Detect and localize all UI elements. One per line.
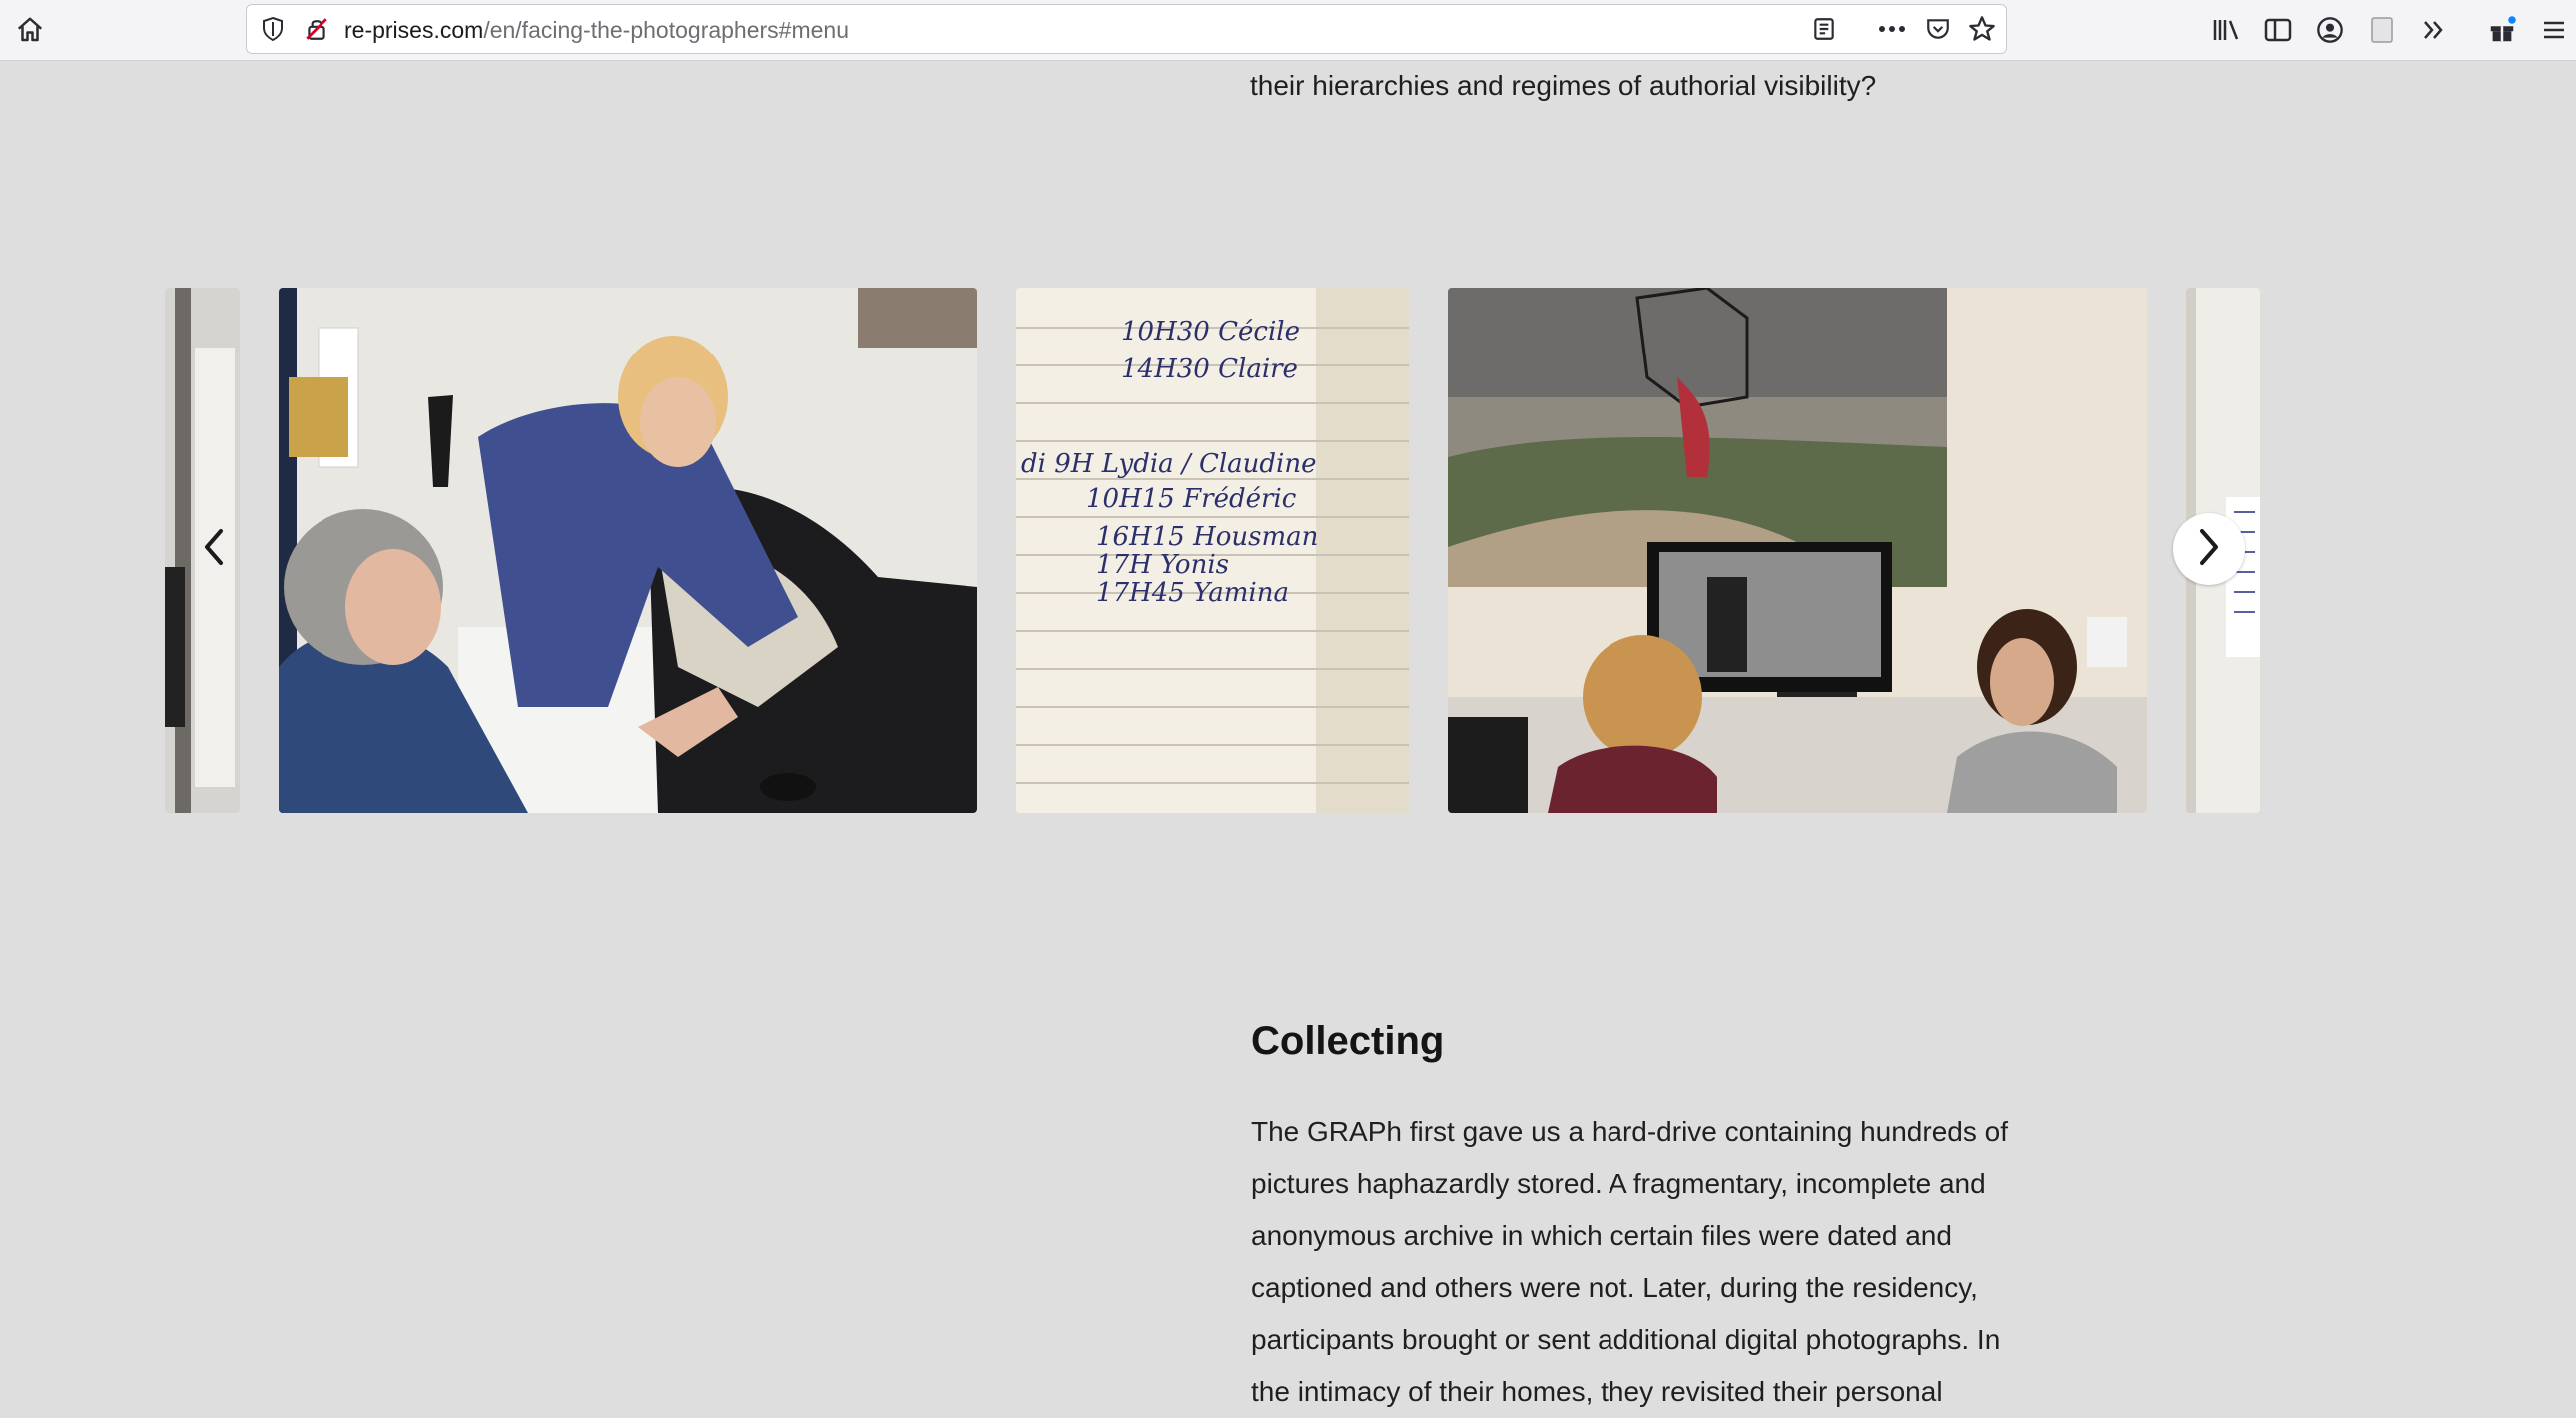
library-icon[interactable] <box>2207 10 2247 50</box>
carousel-slide-screening[interactable] <box>1448 288 2147 813</box>
carousel-prev-button[interactable] <box>178 513 250 585</box>
browser-toolbar: re-prises.com/en/facing-the-photographer… <box>0 0 2576 61</box>
notebook-line-5: 16H15 Housman <box>1096 522 1318 552</box>
paragraph-line: pictures haphazardly stored. A fragmenta… <box>1251 1168 1986 1199</box>
section-paragraph: The GRAPh first gave us a hard-drive con… <box>1251 1106 2110 1418</box>
carousel-slide-notebook[interactable]: 10H30 Cécile 14H30 Claire di 9H Lydia / … <box>1016 288 1409 813</box>
insecure-lock-icon[interactable] <box>297 9 336 49</box>
more-actions-icon[interactable] <box>1872 9 1912 49</box>
intro-paragraph-tail: their hierarchies and regimes of authori… <box>1250 70 1877 101</box>
url-bar[interactable]: re-prises.com/en/facing-the-photographer… <box>246 4 2007 54</box>
extension-page-icon[interactable] <box>2362 10 2402 50</box>
notebook-line-7: 17H45 Yamina <box>1096 578 1289 608</box>
home-icon[interactable] <box>10 10 50 50</box>
paragraph-line: the intimacy of their homes, they revisi… <box>1251 1376 1943 1407</box>
bookmark-star-icon[interactable] <box>1962 9 2002 49</box>
notebook-line-3: di 9H Lydia / Claudine <box>1021 449 1317 479</box>
notebook-line-4: 10H15 Frédéric <box>1086 484 1297 514</box>
paragraph-line: anonymous archive in which certain files… <box>1251 1220 1952 1251</box>
paragraph-line: captioned and others were not. Later, du… <box>1251 1272 1978 1303</box>
pocket-icon[interactable] <box>1918 9 1958 49</box>
chevron-left-icon <box>201 527 227 572</box>
paragraph-line: The GRAPh first gave us a hard-drive con… <box>1251 1116 2008 1147</box>
notebook-line-6: 17H Yonis <box>1096 550 1229 580</box>
whats-new-gift-icon[interactable] <box>2482 10 2522 50</box>
paragraph-line: participants brought or sent additional … <box>1251 1324 2001 1355</box>
carousel-slide-photo-workshop[interactable] <box>279 288 977 813</box>
section-heading: Collecting <box>1251 1019 1445 1063</box>
url-domain: re-prises.com <box>344 17 484 43</box>
url-text[interactable]: re-prises.com/en/facing-the-photographer… <box>344 17 849 44</box>
url-path: /en/facing-the-photographers#menu <box>483 17 849 43</box>
sidebar-icon[interactable] <box>2258 10 2298 50</box>
chevron-right-icon <box>2196 527 2222 572</box>
shield-icon[interactable] <box>253 9 293 49</box>
reader-view-icon[interactable] <box>1804 9 1844 49</box>
carousel-next-button[interactable] <box>2173 513 2245 585</box>
account-icon[interactable] <box>2310 10 2350 50</box>
hamburger-menu-icon[interactable] <box>2534 10 2574 50</box>
notebook-line-2: 14H30 Claire <box>1121 354 1298 384</box>
overflow-menu-icon[interactable] <box>2414 10 2454 50</box>
image-carousel[interactable]: 10H30 Cécile 14H30 Claire di 9H Lydia / … <box>0 288 2576 813</box>
notebook-line-1: 10H30 Cécile <box>1121 317 1300 347</box>
